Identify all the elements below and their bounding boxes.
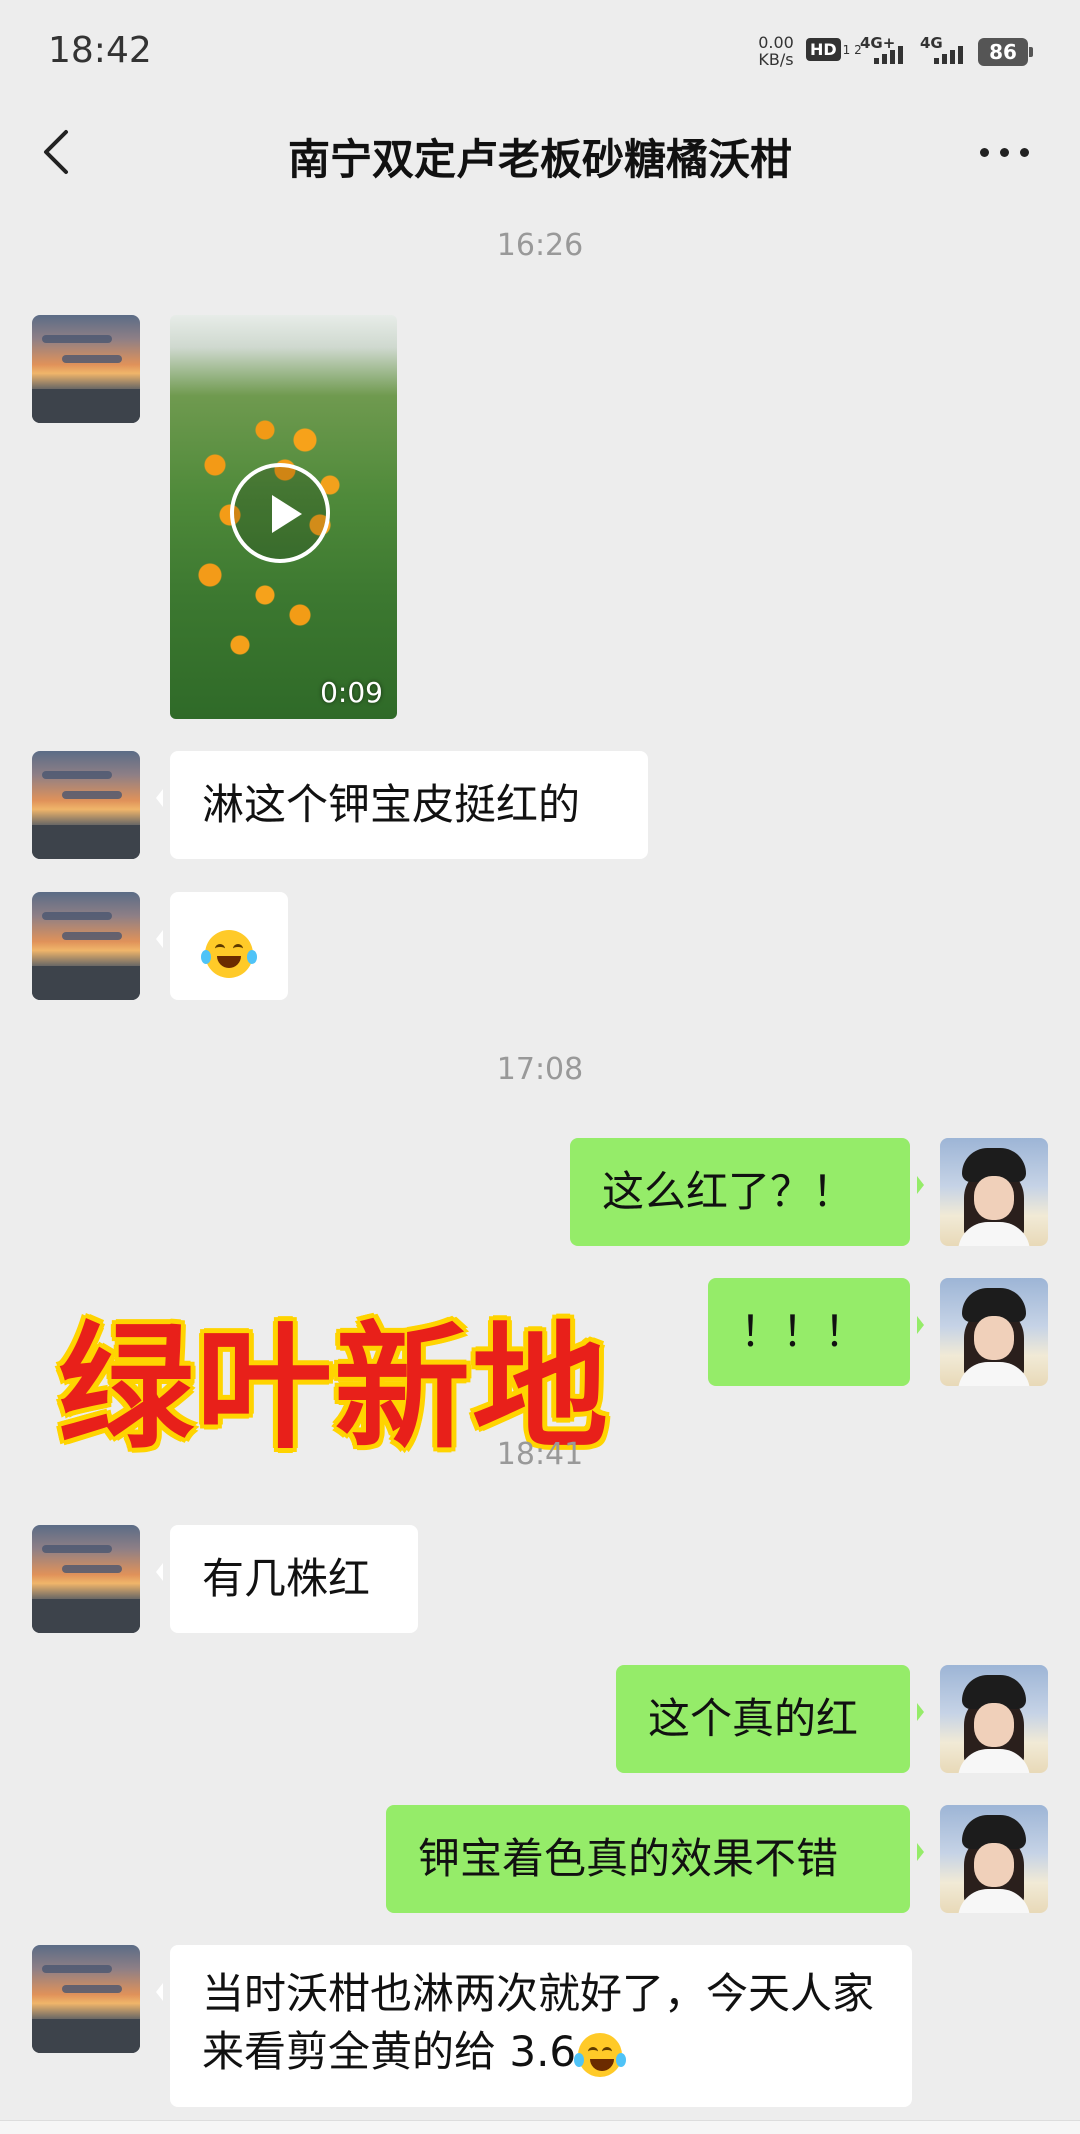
battery-icon: 86 [978,38,1033,66]
message-bubble[interactable]: 当时沃柑也淋两次就好了，今天人家来看剪全黄的给 3.6 [156,1945,912,2107]
message-text: ！！！ [740,1307,867,1356]
input-bar-edge [0,2120,1080,2134]
message-bubble[interactable]: 这么红了？！ [570,1138,924,1246]
message-text: 这个真的红 [648,1694,859,1743]
video-duration: 0:09 [320,676,383,709]
message-bubble[interactable]: 这个真的红 [616,1665,924,1773]
message-bubble[interactable] [156,892,288,1000]
hd-sub: 1 2 [842,42,862,57]
signal-label-2: 4G [920,34,943,52]
video-message[interactable]: 0:09 [170,315,397,719]
laughing-tears-emoji-icon [574,2032,627,2077]
message-text: 有几株红 [202,1554,371,1603]
message-bubble[interactable]: 淋这个钾宝皮挺红的 [156,751,648,859]
network-speed-value: 0.00 [758,33,794,52]
play-icon[interactable] [230,463,330,563]
hd-label: HD [806,38,841,61]
user-avatar[interactable] [940,1138,1048,1246]
message-bubble[interactable]: ！！！ [708,1278,924,1386]
message-text: 这么红了？！ [602,1167,855,1216]
timestamp: 18:41 [496,1437,584,1472]
signal-4g-plus-icon: 4G+ [860,34,910,66]
contact-avatar[interactable] [32,1525,140,1633]
network-speed-unit: KB/s [758,50,794,69]
status-time: 18:42 [48,30,152,71]
message-bubble[interactable]: 钾宝着色真的效果不错 [386,1805,924,1913]
more-button[interactable] [970,122,1040,182]
more-dots-icon [980,148,989,157]
message-text: 钾宝着色真的效果不错 [418,1834,839,1883]
network-speed: 0.00 KB/s [754,34,798,68]
timestamp: 17:08 [496,1052,584,1087]
contact-avatar[interactable] [32,1945,140,2053]
contact-avatar[interactable] [32,315,140,423]
timestamp: 16:26 [496,228,584,263]
user-avatar[interactable] [940,1278,1048,1386]
contact-avatar[interactable] [32,892,140,1000]
hd-voice-icon: HD 1 2 [806,38,862,66]
chat-title: 南宁双定卢老板砂糖橘沃柑 [287,135,792,184]
user-avatar[interactable] [940,1805,1048,1913]
message-text: 当时沃柑也淋两次就好了，今天人家来看剪全黄的给 3.6 [202,1969,875,2076]
message-bubble[interactable]: 有几株红 [156,1525,418,1633]
user-avatar[interactable] [940,1665,1048,1773]
message-text: 淋这个钾宝皮挺红的 [202,780,581,829]
status-bar: 18:42 0.00 KB/s HD 1 2 4G+ 4G 86 [0,0,1080,100]
signal-4g-icon: 4G [920,34,970,66]
laughing-tears-emoji-icon [201,929,257,978]
chat-header: 南宁双定卢老板砂糖橘沃柑 [0,100,1080,212]
contact-avatar[interactable] [32,751,140,859]
